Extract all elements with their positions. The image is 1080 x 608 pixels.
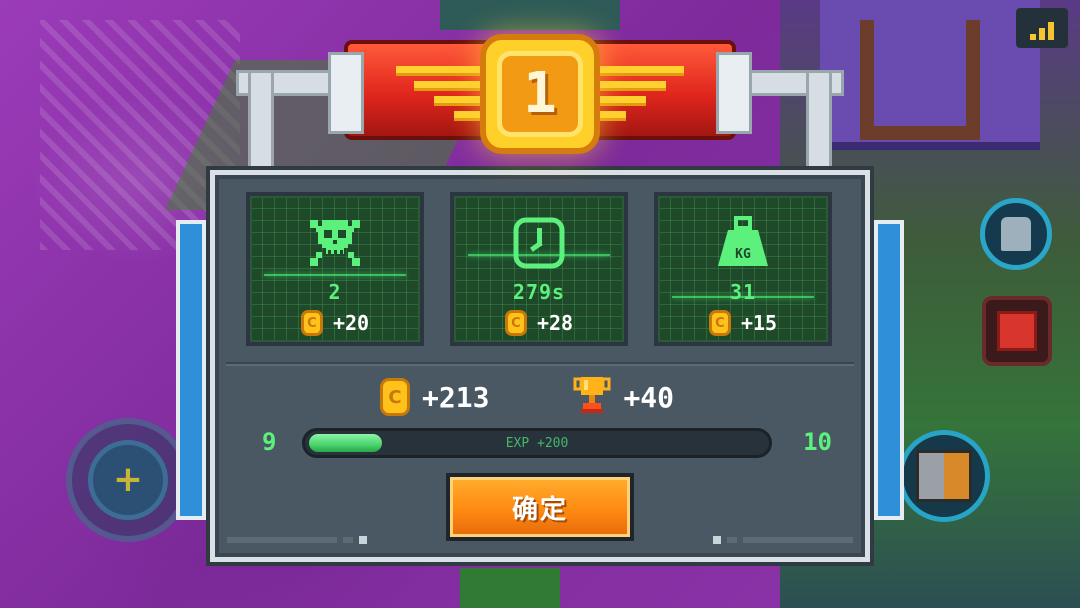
bush xyxy=(460,568,560,608)
confirm-button-label: 确定 xyxy=(511,494,568,525)
rank-banner: 1 xyxy=(328,30,752,154)
stat-panel-time: 279s C +28 xyxy=(450,192,628,346)
exp-progress-bar: EXP +200 xyxy=(302,428,772,458)
confirm-button[interactable]: 确定 xyxy=(446,473,634,541)
time-value: 279s xyxy=(512,280,566,304)
team-button[interactable] xyxy=(980,198,1052,270)
total-coins: C +213 xyxy=(380,378,489,416)
signal-icon xyxy=(1016,8,1068,48)
time-reward: C +28 xyxy=(454,310,624,336)
trophy-icon xyxy=(573,375,611,419)
kills-reward: C +20 xyxy=(250,310,420,336)
time-reward-text: +28 xyxy=(536,311,574,335)
stat-panels: 2 C +20 279s C +28 KG 31 C +15 xyxy=(246,192,832,346)
coin-icon: C xyxy=(708,310,731,336)
skull-crossbones-icon xyxy=(306,214,364,272)
plus-icon: + xyxy=(112,459,144,500)
kills-reward-text: +20 xyxy=(332,311,370,335)
rank-medal: 1 xyxy=(480,34,600,154)
coin-icon: C xyxy=(504,310,527,336)
scan-line xyxy=(468,254,610,256)
stat-panel-kills: 2 C +20 xyxy=(246,192,424,346)
weight-kg-label: KG xyxy=(735,247,751,262)
pipe xyxy=(806,70,832,170)
current-level: 9 xyxy=(262,428,277,456)
exp-label: EXP +200 xyxy=(505,436,569,451)
joystick-knob[interactable]: + xyxy=(88,440,168,520)
scan-line xyxy=(264,274,406,276)
coin-icon: C xyxy=(380,378,410,416)
bomb-button[interactable] xyxy=(982,296,1052,366)
total-trophies-text: +40 xyxy=(623,380,675,414)
total-trophies: +40 xyxy=(573,375,674,419)
exp-row: 9 EXP +200 10 xyxy=(262,426,832,462)
weight-reward-text: +15 xyxy=(740,311,778,335)
pipe xyxy=(874,220,904,520)
pipe xyxy=(176,220,206,520)
divider xyxy=(226,362,854,366)
coin-icon: C xyxy=(300,310,323,336)
inventory-button[interactable] xyxy=(898,430,990,522)
clock-icon xyxy=(510,214,568,272)
weight-kg-icon: KG xyxy=(714,214,772,272)
terrain-tile xyxy=(440,0,620,30)
pipe xyxy=(248,70,274,170)
weight-value: 31 xyxy=(729,280,757,304)
kills-value: 2 xyxy=(328,280,342,304)
rank-number: 1 xyxy=(523,61,557,126)
total-coins-text: +213 xyxy=(422,380,490,414)
weight-reward: C +15 xyxy=(658,310,828,336)
reward-totals: C +213 +40 xyxy=(380,374,720,420)
next-level: 10 xyxy=(803,428,832,456)
stat-panel-weight: KG 31 C +15 xyxy=(654,192,832,346)
